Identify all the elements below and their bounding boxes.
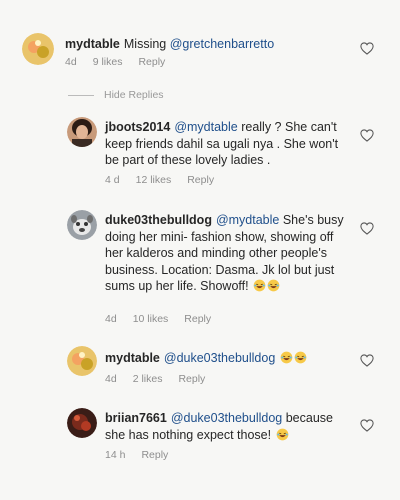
username[interactable]: duke03thebulldog	[105, 213, 212, 227]
mention-link[interactable]: @mydtable	[174, 120, 237, 134]
heart-icon[interactable]	[360, 354, 374, 367]
reply-button[interactable]: Reply	[141, 449, 168, 461]
username[interactable]: mydtable	[105, 351, 160, 365]
likes-count[interactable]: 9 likes	[93, 56, 123, 68]
avatar[interactable]	[67, 210, 97, 240]
heart-icon[interactable]	[360, 42, 374, 55]
comment-meta: 4d 9 likes Reply	[65, 56, 181, 68]
comment-age: 4d	[105, 373, 117, 385]
comment-body: briian7661 @duke03thebulldog because she …	[105, 410, 350, 443]
reply-button[interactable]: Reply	[138, 56, 165, 68]
comment-body: mydtable @duke03thebulldog	[105, 350, 355, 367]
comment-meta: 4d 10 likes Reply	[105, 313, 227, 325]
reply-button[interactable]: Reply	[187, 174, 214, 186]
likes-count[interactable]: 10 likes	[133, 313, 169, 325]
mention-link[interactable]: @gretchenbarretto	[170, 37, 274, 51]
mention-link[interactable]: @mydtable	[216, 213, 279, 227]
hide-replies-label: Hide Replies	[104, 89, 164, 101]
comment-meta: 14 h Reply	[105, 449, 184, 461]
laughing-emoji-icon	[276, 428, 289, 441]
comments-thread: mydtable Missing @gretchenbarretto 4d 9 li…	[0, 0, 400, 500]
mention-link[interactable]: @duke03thebulldog	[171, 411, 282, 425]
laughing-emoji-icon	[267, 279, 280, 292]
laughing-emoji-icon	[280, 351, 293, 364]
laughing-emoji-icon	[294, 351, 307, 364]
username[interactable]: briian7661	[105, 411, 167, 425]
comment-meta: 4d 2 likes Reply	[105, 373, 221, 385]
comment-age: 14 h	[105, 449, 126, 461]
avatar[interactable]	[67, 117, 97, 147]
hide-replies-button[interactable]: Hide Replies	[68, 89, 164, 101]
comment-body: mydtable Missing @gretchenbarretto	[65, 36, 345, 53]
username[interactable]: jboots2014	[105, 120, 170, 134]
likes-count[interactable]: 12 likes	[136, 174, 172, 186]
reply-button[interactable]: Reply	[178, 373, 205, 385]
heart-icon[interactable]	[360, 129, 374, 142]
avatar[interactable]	[22, 33, 54, 65]
avatar[interactable]	[67, 408, 97, 438]
comment-text: Missing	[123, 37, 170, 51]
comment-body: jboots2014 @mydtable really ? She can't k…	[105, 119, 355, 169]
username[interactable]: mydtable	[65, 37, 120, 51]
divider-line	[68, 94, 94, 96]
reply-button[interactable]: Reply	[184, 313, 211, 325]
mention-link[interactable]: @duke03thebulldog	[164, 351, 275, 365]
comment-age: 4 d	[105, 174, 120, 186]
comment-body: duke03thebulldog @mydtable She's busy doi…	[105, 212, 350, 295]
likes-count[interactable]: 2 likes	[133, 373, 163, 385]
avatar[interactable]	[67, 346, 97, 376]
comment-text	[275, 351, 278, 365]
comment-age: 4d	[105, 313, 117, 325]
laughing-emoji-icon	[253, 279, 266, 292]
heart-icon[interactable]	[360, 222, 374, 235]
heart-icon[interactable]	[360, 419, 374, 432]
comment-age: 4d	[65, 56, 77, 68]
comment-meta: 4 d 12 likes Reply	[105, 174, 230, 186]
